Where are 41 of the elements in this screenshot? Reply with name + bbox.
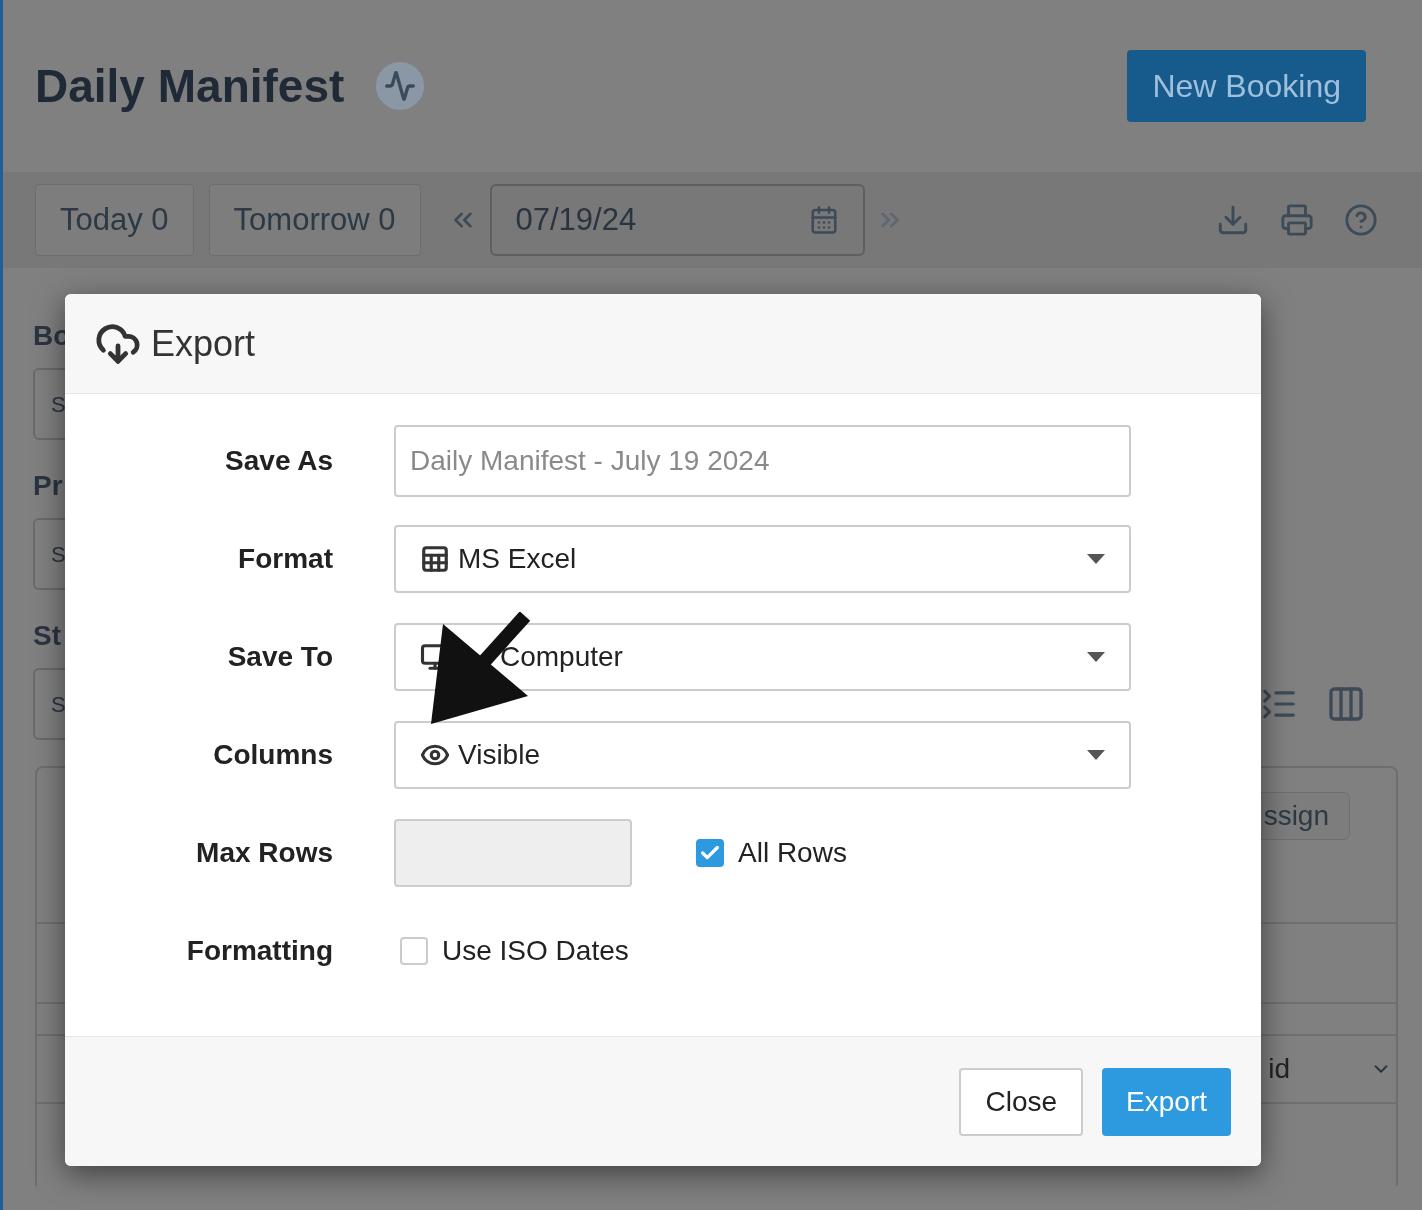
field-label: St: [33, 620, 62, 652]
calendar-icon[interactable]: [808, 205, 839, 235]
select-field[interactable]: MS Excel: [394, 525, 1131, 593]
page-title: Daily Manifest: [35, 58, 345, 114]
checkbox-label: All Rows: [738, 836, 847, 870]
field-label: Max Rows: [195, 836, 333, 870]
print-icon[interactable]: [1280, 203, 1314, 237]
field-label: Save As: [224, 444, 333, 478]
download-icon[interactable]: [1216, 203, 1250, 237]
date-field[interactable]: 07/19/24: [489, 184, 865, 256]
field-label: Formatting: [185, 934, 333, 968]
select-value: id: [1268, 1052, 1290, 1086]
save-as-field[interactable]: Daily Manifest - July 19 2024: [394, 425, 1131, 497]
select-value: S: [51, 540, 66, 569]
caret-icon: [1087, 750, 1105, 760]
new-booking-button[interactable]: New Booking: [1127, 50, 1366, 122]
date-value: 07/19/24: [515, 200, 637, 239]
select-value: Visible: [458, 738, 540, 772]
field-label: Save To: [226, 640, 333, 674]
columns-icon[interactable]: [1326, 684, 1366, 724]
dialog-title: Export: [151, 321, 256, 366]
day-button[interactable]: Tomorrow 0: [208, 184, 421, 256]
field-label: Pr: [33, 470, 64, 502]
checkbox-label: Use ISO Dates: [442, 934, 629, 968]
activity-icon: [376, 62, 425, 110]
caret-icon: [1087, 554, 1105, 564]
select-value: MS Excel: [458, 542, 577, 576]
select-field[interactable]: Visible: [394, 721, 1131, 789]
select-value: S: [51, 390, 66, 419]
day-button[interactable]: Today 0: [35, 184, 194, 256]
caret-icon: [1087, 652, 1105, 662]
table-icon: [420, 544, 450, 574]
field-label: Columns: [212, 738, 333, 772]
select-value: Computer: [500, 640, 623, 674]
field-label: Format: [237, 542, 333, 576]
select-value: S: [51, 690, 66, 719]
help-icon[interactable]: [1344, 203, 1378, 237]
close-button[interactable]: Close: [959, 1067, 1084, 1136]
checkbox[interactable]: [400, 937, 428, 965]
select-field[interactable]: Computer: [394, 623, 1131, 691]
export-button[interactable]: Export: [1102, 1067, 1231, 1136]
